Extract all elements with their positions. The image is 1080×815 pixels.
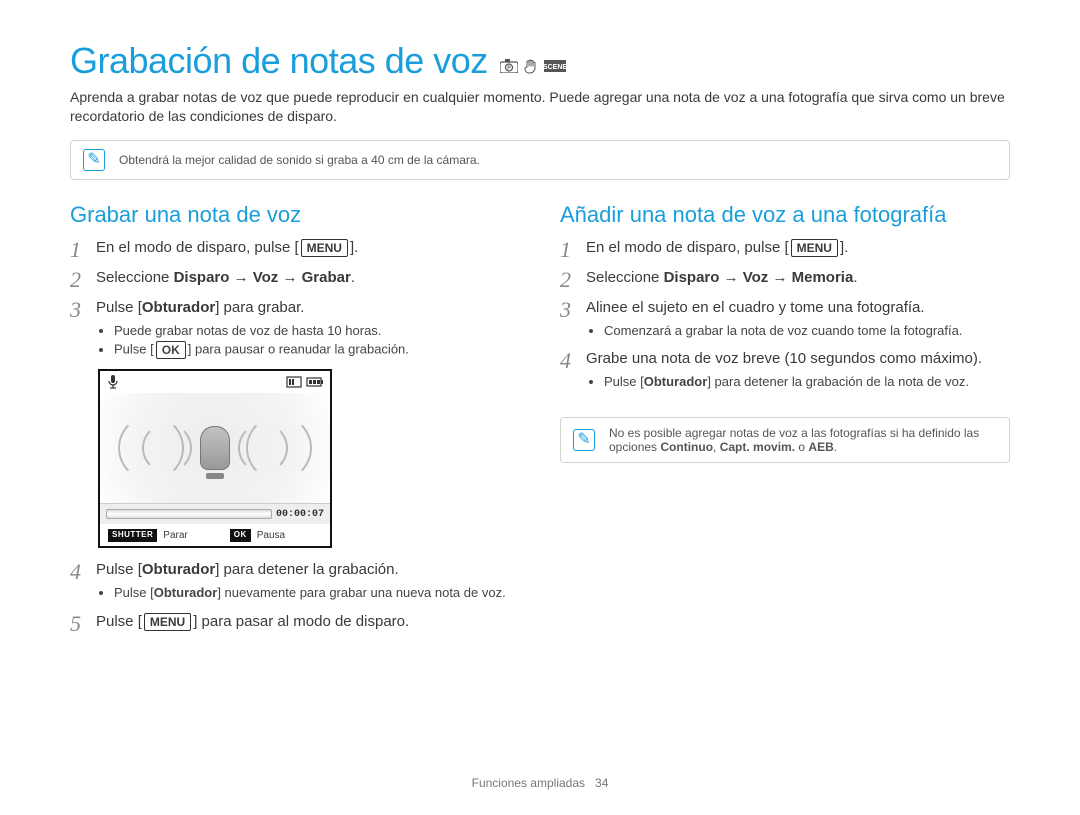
top-note-text: Obtendrá la mejor calidad de sonido si g… bbox=[119, 153, 480, 167]
step-text: Pulse [ bbox=[96, 299, 142, 316]
mode-icons: P SCENE bbox=[500, 58, 566, 74]
ok-button-label: OK bbox=[156, 341, 186, 359]
screen-progress-bar: 00:00:07 bbox=[100, 503, 330, 524]
col-left: Grabar una nota de voz En el modo de dis… bbox=[70, 202, 520, 642]
sound-wave-icon bbox=[246, 415, 312, 481]
shutter-action-text: Parar bbox=[163, 529, 187, 543]
step-text: Seleccione bbox=[586, 269, 664, 286]
step-text: En el modo de disparo, pulse [ bbox=[586, 239, 789, 256]
sub-item: Pulse [Obturador] para detener la grabac… bbox=[604, 374, 1010, 391]
top-note: ✎ Obtendrá la mejor calidad de sonido si… bbox=[70, 140, 1010, 180]
section-title-right: Añadir una nota de voz a una fotografía bbox=[560, 202, 1010, 228]
menu-button-label: MENU bbox=[301, 239, 348, 257]
ok-tag: OK bbox=[230, 529, 251, 542]
hand-icon bbox=[524, 58, 538, 74]
step-4: Grabe una nota de voz breve (10 segundos… bbox=[560, 349, 1010, 390]
step-text: ] para pasar al modo de disparo. bbox=[193, 613, 409, 630]
manual-page: Grabación de notas de voz P SCENE Aprend… bbox=[0, 0, 1080, 815]
screen-illustration: 00:00:07 SHUTTER Parar OK Pausa bbox=[98, 369, 332, 548]
step-3: Pulse [Obturador] para grabar. Puede gra… bbox=[70, 298, 520, 548]
step-2: Seleccione Disparo → Voz → Grabar. bbox=[70, 268, 520, 288]
title-row: Grabación de notas de voz P SCENE bbox=[70, 40, 1010, 82]
sub-item: Puede grabar notas de voz de hasta 10 ho… bbox=[114, 323, 520, 340]
step-text: . bbox=[853, 269, 857, 286]
step-text: Grabe una nota de voz breve (10 segundos… bbox=[586, 350, 982, 367]
step-bold: Obturador bbox=[142, 299, 215, 316]
step-text: Alinee el sujeto en el cuadro y tome una… bbox=[586, 299, 925, 316]
step-2: Seleccione Disparo → Voz → Memoria. bbox=[560, 268, 1010, 288]
camera-p-icon: P bbox=[500, 59, 518, 73]
recording-time: 00:00:07 bbox=[276, 508, 324, 522]
svg-text:SCENE: SCENE bbox=[544, 64, 566, 71]
sub-item: Pulse [OK] para pausar o reanudar la gra… bbox=[114, 341, 520, 359]
step-bold: Obturador bbox=[142, 561, 215, 578]
footer-page-number: 34 bbox=[595, 776, 608, 790]
microphone-icon bbox=[200, 426, 230, 470]
note-icon: ✎ bbox=[573, 429, 595, 451]
step-bold: Disparo → Voz → Grabar bbox=[174, 269, 351, 286]
step-text: En el modo de disparo, pulse [ bbox=[96, 239, 299, 256]
section-title-left: Grabar una nota de voz bbox=[70, 202, 520, 228]
steps-left: En el modo de disparo, pulse [MENU]. Sel… bbox=[70, 238, 520, 632]
mic-graphic bbox=[200, 426, 230, 470]
right-note-text: No es posible agregar notas de voz a las… bbox=[609, 426, 997, 454]
battery-icon bbox=[306, 376, 324, 388]
card-icon bbox=[286, 376, 302, 388]
sub-item: Pulse [Obturador] nuevamente para grabar… bbox=[114, 585, 520, 602]
step-text: ]. bbox=[840, 239, 848, 256]
page-footer: Funciones ampliadas 34 bbox=[0, 776, 1080, 790]
footer-section: Funciones ampliadas bbox=[472, 776, 585, 790]
step-text: . bbox=[351, 269, 355, 286]
screen-top-bar bbox=[100, 371, 330, 393]
step-1: En el modo de disparo, pulse [MENU]. bbox=[70, 238, 520, 258]
step-text: ] para grabar. bbox=[215, 299, 304, 316]
step-text: ] para detener la grabación. bbox=[215, 561, 398, 578]
col-right: Añadir una nota de voz a una fotografía … bbox=[560, 202, 1010, 642]
note-icon: ✎ bbox=[83, 149, 105, 171]
shutter-tag: SHUTTER bbox=[108, 529, 157, 542]
ok-action-text: Pausa bbox=[257, 529, 285, 543]
step-text: Seleccione bbox=[96, 269, 174, 286]
step-bold: Disparo → Voz → Memoria bbox=[664, 269, 854, 286]
menu-button-label: MENU bbox=[144, 613, 191, 631]
page-title: Grabación de notas de voz bbox=[70, 40, 488, 82]
step-1: En el modo de disparo, pulse [MENU]. bbox=[560, 238, 1010, 258]
sub-list: Pulse [Obturador] para detener la grabac… bbox=[586, 374, 1010, 391]
step-text: Pulse [ bbox=[96, 613, 142, 630]
steps-right: En el modo de disparo, pulse [MENU]. Sel… bbox=[560, 238, 1010, 391]
intro-text: Aprenda a grabar notas de voz que puede … bbox=[70, 88, 1010, 126]
step-text: ]. bbox=[350, 239, 358, 256]
step-5: Pulse [MENU] para pasar al modo de dispa… bbox=[70, 612, 520, 632]
scene-icon: SCENE bbox=[544, 60, 566, 72]
screen-bottom-bar: SHUTTER Parar OK Pausa bbox=[100, 524, 330, 546]
sound-wave-icon bbox=[142, 423, 192, 473]
sub-list: Puede grabar notas de voz de hasta 10 ho… bbox=[96, 323, 520, 360]
sub-item: Comenzará a grabar la nota de voz cuando… bbox=[604, 323, 1010, 340]
status-icons bbox=[286, 376, 324, 388]
menu-button-label: MENU bbox=[791, 239, 838, 257]
progress-track bbox=[106, 509, 272, 519]
step-4: Pulse [Obturador] para detener la grabac… bbox=[70, 560, 520, 601]
sub-list: Comenzará a grabar la nota de voz cuando… bbox=[586, 323, 1010, 340]
sub-list: Pulse [Obturador] nuevamente para grabar… bbox=[96, 585, 520, 602]
right-note: ✎ No es posible agregar notas de voz a l… bbox=[560, 417, 1010, 463]
screen-middle bbox=[100, 393, 330, 503]
step-text: Pulse [ bbox=[96, 561, 142, 578]
step-3: Alinee el sujeto en el cuadro y tome una… bbox=[560, 298, 1010, 339]
columns: Grabar una nota de voz En el modo de dis… bbox=[70, 202, 1010, 642]
mic-indicator-icon bbox=[106, 374, 120, 390]
